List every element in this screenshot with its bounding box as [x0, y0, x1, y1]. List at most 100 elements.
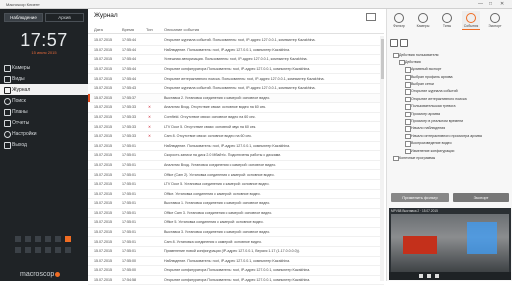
right-tab-events[interactable]: События [462, 11, 480, 30]
table-row[interactable]: 15.07.2015 17:55:01 Аналитик Вход. Установ… [88, 161, 384, 171]
grid-cell-active[interactable] [65, 236, 71, 242]
table-row[interactable]: 15.07.2015 17:55:01 Применение новой конфи… [88, 247, 384, 257]
table-row[interactable]: 15.07.2015 17:55:01 Выставка 3. Установка … [88, 228, 384, 238]
checkbox[interactable] [405, 67, 411, 73]
forward-icon[interactable] [435, 274, 439, 278]
menu-item-plans[interactable]: Планы [0, 106, 88, 117]
table-row[interactable]: 15.07.2015 17:55:33 ✕ Cam 8. Отсутствие свя… [88, 132, 384, 142]
grid-cell[interactable] [15, 236, 21, 242]
checkbox[interactable] [405, 111, 411, 118]
right-tab-filter[interactable]: Фильтр [390, 11, 408, 29]
table-row[interactable]: 15.07.2015 17:55:44 Успешная авторизация. … [88, 55, 384, 65]
tree-item[interactable]: Воспроизведение видео [390, 140, 508, 147]
maximize-button[interactable]: □ [489, 1, 492, 7]
table-row[interactable]: 15.07.2015 17:55:00 Наблюдение. Пользовате… [88, 257, 384, 267]
column-header-time[interactable]: Время [122, 27, 134, 32]
table-row[interactable]: 15.07.2015 17:55:37 Выставка 2. Установка … [88, 93, 384, 104]
tree-item[interactable]: Пользовательская тревога [390, 103, 508, 110]
table-row[interactable]: 15.07.2015 17:55:33 ✕ Аналитик Вход. Отсутс… [88, 103, 384, 113]
tab-observation[interactable]: Наблюдение [4, 13, 43, 22]
menu-item-settings[interactable]: Настройки [0, 128, 88, 139]
table-row[interactable]: 15.07.2015 17:55:44 Открытие журнала событ… [88, 36, 384, 46]
checkbox[interactable] [393, 52, 399, 58]
tree-item[interactable]: Начало наблюдения [390, 125, 508, 132]
table-row[interactable]: 15.07.2015 17:55:43 Открытие журнала событ… [88, 84, 384, 94]
checkbox[interactable] [405, 133, 411, 140]
tree-item[interactable]: Действия [390, 58, 508, 66]
tree-item[interactable]: Архивный экспорт [390, 66, 508, 73]
table-row[interactable]: 15.07.2015 17:55:00 Открытие конфигуратора… [88, 266, 384, 276]
close-button[interactable]: ✕ [500, 1, 504, 7]
column-header-type[interactable]: Тип [146, 27, 153, 32]
video-preview[interactable]: MPV88 Выставка 2 · 15.07.2015 [389, 208, 511, 280]
checkbox[interactable] [405, 141, 411, 147]
check-all-icon[interactable] [390, 39, 398, 47]
grid-cell[interactable] [55, 236, 61, 242]
scrollbar-thumb[interactable] [380, 39, 384, 79]
grid-cell[interactable] [65, 247, 71, 253]
tab-archive[interactable]: Архив [45, 13, 84, 22]
table-row[interactable]: 15.07.2015 17:55:01 Скорость записи на дис… [88, 151, 384, 161]
checkbox[interactable] [405, 126, 411, 132]
menu-item-search[interactable]: Поиск [0, 95, 88, 106]
right-tab-types[interactable]: Типы [438, 11, 456, 29]
table-row[interactable]: 15.07.2015 17:55:01 Office (Cam 2). Устано… [88, 170, 384, 180]
table-row[interactable]: 15.07.2015 17:55:01 Cam 8. Установка соеди… [88, 237, 384, 248]
table-row[interactable]: 15.07.2015 17:55:01 Office 5. Установка со… [88, 218, 384, 228]
minimize-button[interactable]: — [478, 1, 483, 7]
table-row[interactable]: 15.07.2015 17:55:01 Office Cam 3. Установк… [88, 209, 384, 219]
tree-item[interactable]: Действия пользователя [390, 51, 508, 58]
table-row[interactable]: 15.07.2015 17:55:01 LTV Door 5. Установка … [88, 180, 384, 190]
grid-cell[interactable] [15, 247, 21, 253]
checkbox[interactable] [399, 59, 405, 66]
menu-item-cameras[interactable]: Камеры [0, 62, 88, 73]
table-row[interactable]: 15.07.2015 17:55:44 Наблюдение. Пользовате… [88, 46, 384, 56]
tree-item[interactable]: Открытие журнала событий [390, 88, 508, 95]
tree-item[interactable]: Изменение конфигурации [390, 147, 508, 155]
checkbox[interactable] [393, 155, 399, 162]
menu-item-journal[interactable]: Журнал [0, 84, 88, 95]
export-button[interactable]: Экспорт [453, 193, 509, 202]
tree-item[interactable]: Открытие интерактивного поиска [390, 95, 508, 103]
checkbox[interactable] [405, 82, 411, 88]
grid-cell[interactable] [35, 236, 41, 242]
tree-item[interactable]: Конечные программы [390, 154, 508, 162]
table-row[interactable]: 15.07.2015 17:55:01 Наблюдение. Пользовате… [88, 142, 384, 152]
tree-item[interactable]: Просмотр архива [390, 110, 508, 118]
checkbox[interactable] [405, 104, 411, 110]
right-tab-export[interactable]: Экспорт [486, 11, 504, 29]
menu-item-reports[interactable]: Отчеты [0, 117, 88, 128]
uncheck-all-icon[interactable] [400, 39, 408, 47]
column-header-date[interactable]: Дата [94, 27, 103, 32]
apply-filter-button[interactable]: Применить фильтр [391, 193, 449, 202]
scrollbar[interactable] [380, 36, 384, 281]
checkbox[interactable] [405, 96, 411, 103]
table-row[interactable]: 15.07.2015 17:55:44 Открытие интерактивног… [88, 74, 384, 84]
grid-cell[interactable] [35, 247, 41, 253]
grid-cell[interactable] [25, 236, 31, 242]
checkbox[interactable] [405, 148, 411, 155]
tree-item[interactable]: Выбран профиль архива [390, 73, 508, 81]
checkbox[interactable] [405, 89, 411, 95]
play-icon[interactable] [427, 274, 431, 278]
table-row[interactable]: 15.07.2015 17:55:33 ✕ Cornfield. Отсутствие… [88, 113, 384, 123]
table-row[interactable]: 15.07.2015 17:55:01 Выставка 1. Установка … [88, 199, 384, 209]
table-row[interactable]: 15.07.2015 17:54:58 Открытие конфигуратора… [88, 276, 384, 285]
checkbox[interactable] [405, 74, 411, 81]
table-row[interactable]: 15.07.2015 17:55:33 ✕ LTV Door 5. Отсутстви… [88, 122, 384, 132]
menu-item-exit[interactable]: Выход [0, 139, 88, 150]
tree-item[interactable]: Начало интерактивного просмотра архива [390, 132, 508, 140]
grid-cell[interactable] [25, 247, 31, 253]
menu-item-views[interactable]: Виды [0, 73, 88, 84]
table-row[interactable]: 15.07.2015 17:55:44 Открытие конфигуратора… [88, 65, 384, 75]
grid-cell[interactable] [45, 247, 51, 253]
right-tab-cameras[interactable]: Камеры [414, 11, 432, 29]
grid-cell[interactable] [45, 236, 51, 242]
rewind-icon[interactable] [419, 274, 423, 278]
tree-item[interactable]: Выбран сетки [390, 81, 508, 88]
tree-item[interactable]: Просмотр в реальном времени [390, 118, 508, 125]
grid-cell[interactable] [55, 247, 61, 253]
table-row[interactable]: 15.07.2015 17:55:01 Office. Установка соед… [88, 190, 384, 200]
checkbox[interactable] [405, 119, 411, 125]
column-header-description[interactable]: Описание события [164, 27, 199, 32]
